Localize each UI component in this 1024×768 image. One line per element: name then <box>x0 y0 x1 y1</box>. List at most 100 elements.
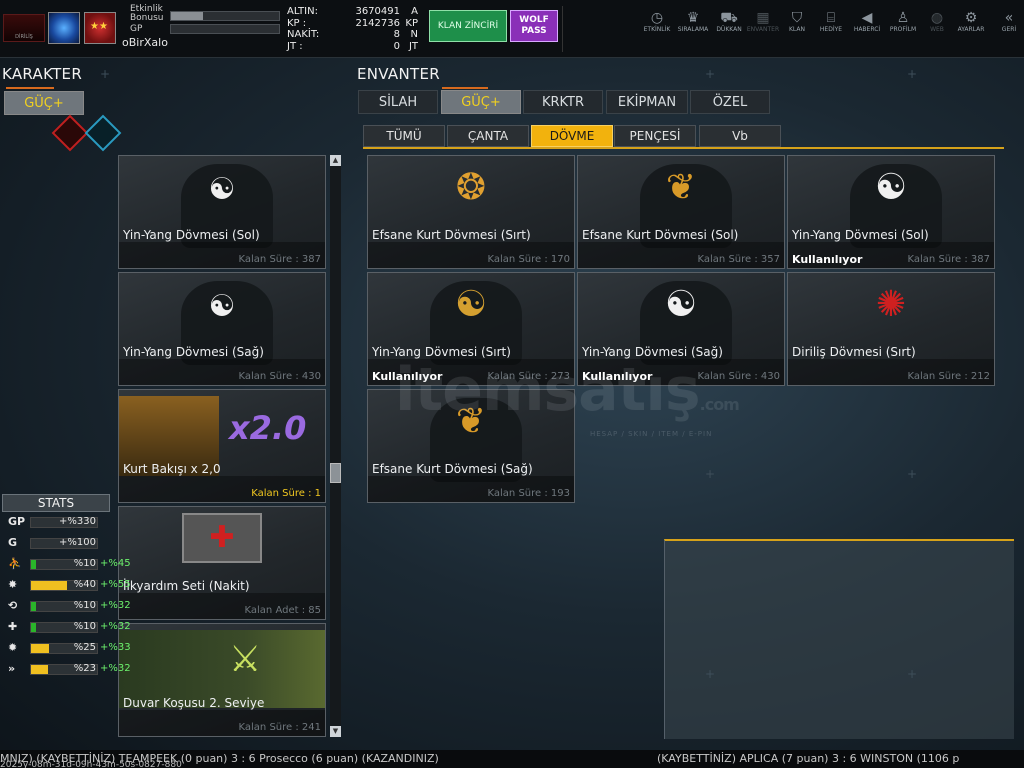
item-icon: ❂ <box>455 167 487 208</box>
cart-icon: ⛟ <box>720 10 738 26</box>
currency-value: 0 <box>393 40 400 52</box>
nav-megaphone[interactable]: ◀ HABERCİ <box>849 10 885 33</box>
item-time: Kalan Adet : 85 <box>244 605 321 616</box>
inventory-item-card[interactable]: ☯ Yin-Yang Dövmesi (Sol) Kalan Süre : 387 K… <box>787 155 995 269</box>
nav-medal[interactable]: ♛ SIRALAMA <box>675 10 711 33</box>
gift-icon: ⌸ <box>826 10 836 26</box>
item-name: Efsane Kurt Dövmesi (Sağ) <box>372 462 533 476</box>
currency-panel: ALTIN: 3670491 A KP : 2142736 KP NAKİT: 8 N JT : 0… <box>287 6 422 52</box>
inventory-item-card[interactable]: ❂ Efsane Kurt Dövmesi (Sırt) Kalan Süre : … <box>367 155 575 269</box>
character-item-card[interactable]: ✚ İlkyardım Seti (Nakit) Kalan Adet : 85 <box>118 506 326 620</box>
tab-özel[interactable]: ÖZEL <box>690 90 770 114</box>
clock-icon: ◷ <box>650 10 664 26</box>
subtab-pençesi̇[interactable]: PENÇESİ <box>614 125 696 147</box>
logo-text: DİRİLİŞ <box>15 34 33 40</box>
skill-slot-blue-icon[interactable] <box>84 114 122 152</box>
item-detail-panel <box>664 539 1014 739</box>
item-icon: ❦ <box>665 167 697 208</box>
character-item-card[interactable]: ⚔ Duvar Koşusu 2. Seviye Kalan Süre : 241 <box>118 623 326 737</box>
item-in-use-label: Kullanılıyor <box>792 253 863 266</box>
envanter-title: ENVANTER <box>357 65 440 83</box>
currency-value: 2142736 <box>355 17 400 29</box>
nav-cart[interactable]: ⛟ DÜKKAN <box>711 10 747 33</box>
item-name: Diriliş Dövmesi (Sırt) <box>792 345 916 359</box>
currency-row: ALTIN: 3670491 A <box>287 6 422 18</box>
item-icon: ☯ <box>454 284 488 325</box>
stat-row: » %23 +%32 <box>2 659 131 680</box>
gp-progress-bar <box>170 24 280 34</box>
stat-row: GP +%330 <box>2 512 110 533</box>
item-name: Yin-Yang Dövmesi (Sol) <box>792 228 929 242</box>
nav-gift[interactable]: ⌸ HEDİYE <box>813 10 849 33</box>
subtab-dövme[interactable]: DÖVME <box>531 125 613 147</box>
character-items-scrollbar[interactable]: ▲ ▼ <box>330 155 341 737</box>
item-name: İlkyardım Seti (Nakit) <box>123 579 250 593</box>
player-nickname: oBirXalo <box>122 36 168 49</box>
scroll-down-icon[interactable]: ▼ <box>330 726 341 737</box>
currency-value: 3670491 <box>355 6 400 17</box>
wolf-pass-button[interactable]: WOLF PASS <box>510 10 558 42</box>
stat-row: G +%100 <box>2 533 110 554</box>
tab-güç+[interactable]: GÜÇ+ <box>441 90 521 114</box>
item-name: Duvar Koşusu 2. Seviye <box>123 696 265 710</box>
heal-icon: ✚ <box>8 620 18 633</box>
nav-inventory[interactable]: ▦ ENVANTER <box>745 10 781 33</box>
watermark: itemsatış.com <box>395 355 740 425</box>
item-icon: ☯ <box>664 284 698 325</box>
subtab-tümü[interactable]: TÜMÜ <box>363 125 445 147</box>
skill-slot-red-icon[interactable] <box>51 114 89 152</box>
stat-row: ✸ %40 +%55 <box>2 575 131 596</box>
ticker-right: (KAYBETTİNİZ) APLICA (7 puan) 3 : 6 WINS… <box>657 752 960 765</box>
reload-icon: ⟲ <box>8 599 18 612</box>
scroll-thumb[interactable] <box>330 463 341 483</box>
stat-label-gp: GP <box>8 515 26 528</box>
currency-label: KP : <box>287 17 307 29</box>
nav-shield[interactable]: ⛉ KLAN <box>779 10 815 33</box>
character-item-card[interactable]: x2.0 Kurt Bakışı x 2,0 Kalan Süre : 1 <box>118 389 326 503</box>
globe-icon: ◍ <box>930 10 944 26</box>
inventory-item-card[interactable]: ✺ Diriliş Dövmesi (Sırt) Kalan Süre : 212 <box>787 272 995 386</box>
stat-row: ✚ %10 +%32 <box>2 617 131 638</box>
inventory-item-card[interactable]: ❦ Efsane Kurt Dövmesi (Sol) Kalan Süre : 3… <box>577 155 785 269</box>
character-item-card[interactable]: ☯ Yin-Yang Dövmesi (Sağ) Kalan Süre : 430 <box>118 272 326 386</box>
scroll-up-icon[interactable]: ▲ <box>330 155 341 166</box>
nav-profile[interactable]: ♙ PROFİLM <box>885 10 921 33</box>
item-name: Efsane Kurt Dövmesi (Sırt) <box>372 228 531 242</box>
stat-value: %40 <box>73 579 96 590</box>
item-time: Kalan Süre : 193 <box>487 488 570 499</box>
tab-krktr[interactable]: KRKTR <box>523 90 603 114</box>
subtab-çanta[interactable]: ÇANTA <box>447 125 529 147</box>
item-name: Efsane Kurt Dövmesi (Sol) <box>582 228 739 242</box>
currency-value: 8 <box>393 29 400 40</box>
nav-gear[interactable]: ⚙ AYARLAR <box>953 10 989 33</box>
tab-eki̇pman[interactable]: EKİPMAN <box>606 90 688 114</box>
character-item-card[interactable]: ☯ Yin-Yang Dövmesi (Sol) Kalan Süre : 387 <box>118 155 326 269</box>
stat-row: ⟲ %10 +%32 <box>2 596 131 617</box>
item-time: Kalan Süre : 357 <box>697 254 780 265</box>
stat-bonus: +%33 <box>100 642 131 653</box>
subtab-vb[interactable]: Vb <box>699 125 781 147</box>
clan-badge-icon <box>84 12 116 44</box>
klan-zinciri-button[interactable]: KLAN ZİNCİRİ <box>429 10 507 42</box>
item-icon: ☯ <box>874 167 908 208</box>
currency-row: NAKİT: 8 N <box>287 29 422 41</box>
karakter-tab-guc[interactable]: GÜÇ+ <box>4 91 84 115</box>
item-name: Yin-Yang Dövmesi (Sağ) <box>123 345 264 359</box>
currency-unit: JT <box>408 40 418 52</box>
stat-bonus: +%32 <box>100 621 131 632</box>
nav-globe[interactable]: ◍ WEB <box>919 10 955 33</box>
stat-row: ⛹ %10 +%45 <box>2 554 131 575</box>
stat-value: %10 <box>73 558 96 569</box>
item-time: Kalan Süre : 241 <box>238 722 321 733</box>
nav-clock[interactable]: ◷ ETKİNLİK <box>639 10 675 33</box>
item-icon: ☯ <box>208 289 236 324</box>
gear-icon: ⚙ <box>964 10 978 26</box>
currency-label: JT : <box>287 40 303 52</box>
speed-icon: » <box>8 662 16 675</box>
stats-title: STATS <box>2 494 110 512</box>
stat-row: ✹ %25 +%33 <box>2 638 131 659</box>
currency-unit: A <box>411 6 418 17</box>
stat-bonus: +%45 <box>100 558 131 569</box>
tab-si̇lah[interactable]: SİLAH <box>358 90 438 114</box>
nav-back[interactable]: «GERİ <box>991 10 1024 33</box>
